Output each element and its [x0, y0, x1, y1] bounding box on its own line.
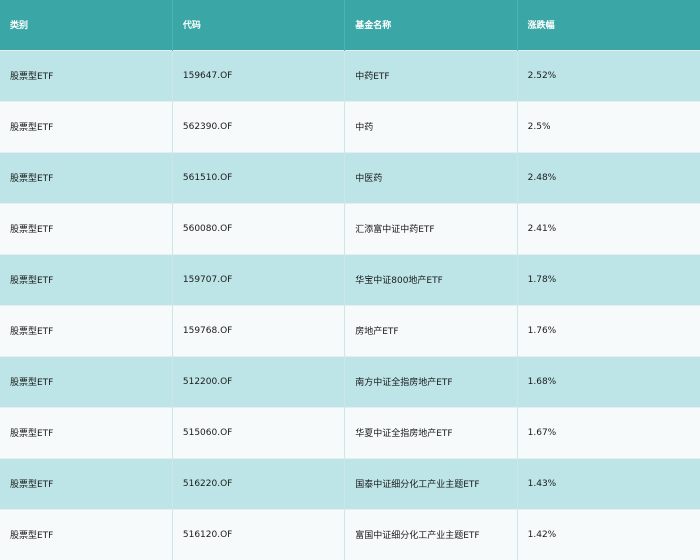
- cell-change-pct: 1.67%: [517, 406, 700, 458]
- cell-change-pct: 2.41%: [517, 202, 700, 254]
- header-category[interactable]: 类别: [0, 0, 173, 50]
- cell-fund-name: 中医药: [344, 151, 518, 203]
- cell-fund-name: 汇添富中证中药ETF: [344, 202, 518, 254]
- cell-change-pct: 1.76%: [517, 304, 700, 356]
- table-row[interactable]: 股票型ETF 516120.OF 富国中证细分化工产业主题ETF 1.42%: [0, 508, 700, 560]
- cell-change-pct: 1.68%: [517, 355, 700, 407]
- cell-change-pct: 1.43%: [517, 457, 700, 509]
- cell-code: 516220.OF: [172, 457, 346, 509]
- cell-category: 股票型ETF: [0, 202, 173, 254]
- table-row[interactable]: 股票型ETF 516220.OF 国泰中证细分化工产业主题ETF 1.43%: [0, 457, 700, 509]
- cell-fund-name: 中药ETF: [344, 49, 518, 101]
- fund-table: 类别 代码 基金名称 涨跌幅 股票型ETF 159647.OF 中药ETF 2.…: [0, 0, 700, 560]
- cell-fund-name: 华夏中证全指房地产ETF: [344, 406, 518, 458]
- cell-category: 股票型ETF: [0, 355, 173, 407]
- cell-category: 股票型ETF: [0, 151, 173, 203]
- cell-fund-name: 房地产ETF: [344, 304, 518, 356]
- cell-category: 股票型ETF: [0, 406, 173, 458]
- header-change-pct[interactable]: 涨跌幅: [517, 0, 700, 50]
- table-row[interactable]: 股票型ETF 159647.OF 中药ETF 2.52%: [0, 49, 700, 101]
- cell-code: 515060.OF: [172, 406, 346, 458]
- cell-fund-name: 华宝中证800地产ETF: [344, 253, 518, 305]
- table-row[interactable]: 股票型ETF 560080.OF 汇添富中证中药ETF 2.41%: [0, 202, 700, 254]
- table-row[interactable]: 股票型ETF 562390.OF 中药 2.5%: [0, 100, 700, 152]
- cell-change-pct: 1.78%: [517, 253, 700, 305]
- table-row[interactable]: 股票型ETF 512200.OF 南方中证全指房地产ETF 1.68%: [0, 355, 700, 407]
- cell-code: 561510.OF: [172, 151, 346, 203]
- cell-change-pct: 2.48%: [517, 151, 700, 203]
- cell-fund-name: 中药: [344, 100, 518, 152]
- cell-category: 股票型ETF: [0, 304, 173, 356]
- cell-fund-name: 南方中证全指房地产ETF: [344, 355, 518, 407]
- table-row[interactable]: 股票型ETF 515060.OF 华夏中证全指房地产ETF 1.67%: [0, 406, 700, 458]
- table-header-row: 类别 代码 基金名称 涨跌幅: [0, 0, 700, 50]
- cell-code: 159707.OF: [172, 253, 346, 305]
- cell-code: 159768.OF: [172, 304, 346, 356]
- cell-category: 股票型ETF: [0, 457, 173, 509]
- cell-code: 512200.OF: [172, 355, 346, 407]
- cell-change-pct: 2.52%: [517, 49, 700, 101]
- header-code[interactable]: 代码: [172, 0, 346, 50]
- table-row[interactable]: 股票型ETF 159707.OF 华宝中证800地产ETF 1.78%: [0, 253, 700, 305]
- cell-change-pct: 1.42%: [517, 508, 700, 560]
- cell-code: 516120.OF: [172, 508, 346, 560]
- header-fund-name[interactable]: 基金名称: [344, 0, 518, 50]
- cell-category: 股票型ETF: [0, 253, 173, 305]
- cell-change-pct: 2.5%: [517, 100, 700, 152]
- cell-category: 股票型ETF: [0, 508, 173, 560]
- cell-fund-name: 富国中证细分化工产业主题ETF: [344, 508, 518, 560]
- cell-category: 股票型ETF: [0, 49, 173, 101]
- cell-code: 562390.OF: [172, 100, 346, 152]
- cell-code: 560080.OF: [172, 202, 346, 254]
- cell-code: 159647.OF: [172, 49, 346, 101]
- table-row[interactable]: 股票型ETF 159768.OF 房地产ETF 1.76%: [0, 304, 700, 356]
- cell-category: 股票型ETF: [0, 100, 173, 152]
- table-row[interactable]: 股票型ETF 561510.OF 中医药 2.48%: [0, 151, 700, 203]
- cell-fund-name: 国泰中证细分化工产业主题ETF: [344, 457, 518, 509]
